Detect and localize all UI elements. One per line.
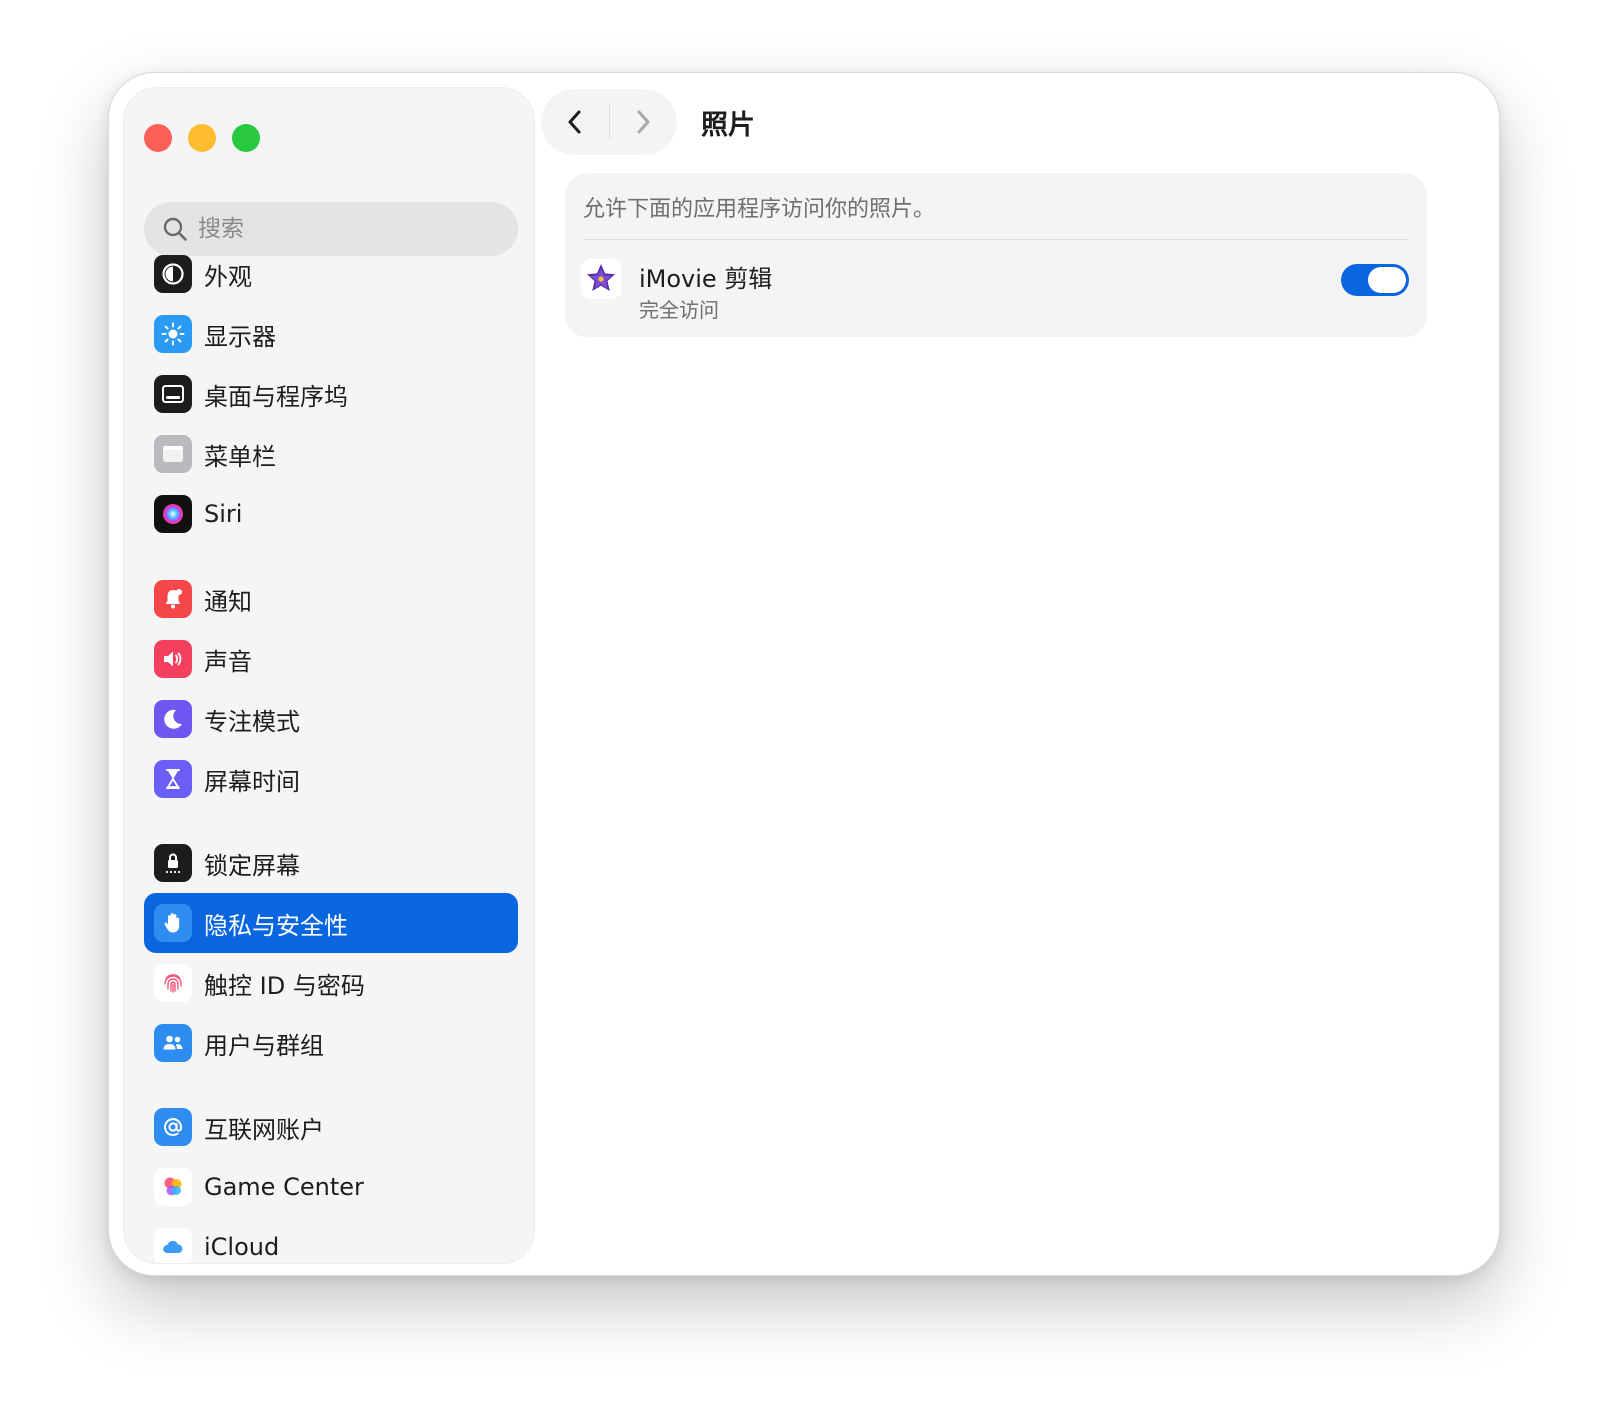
sidebar-item-label: 通知 <box>204 587 252 616</box>
sidebar-item-label: 菜单栏 <box>204 442 276 471</box>
search-input[interactable] <box>198 216 498 242</box>
chevron-left-icon <box>568 110 581 134</box>
sidebar-item-label: 声音 <box>204 647 252 676</box>
sound-icon <box>154 640 192 678</box>
sidebar-item-icloud[interactable]: iCloud <box>144 1217 518 1263</box>
app-name: iMovie 剪辑 <box>639 265 773 293</box>
sidebar-item-notifications[interactable]: 通知 <box>144 569 518 629</box>
chevron-right-icon <box>637 110 650 134</box>
sidebar-item-touch-id[interactable]: 触控 ID 与密码 <box>144 953 518 1013</box>
navigation-buttons <box>541 89 677 155</box>
app-access-level: 完全访问 <box>639 298 719 322</box>
sidebar-item-label: 用户与群组 <box>204 1031 324 1060</box>
sidebar-item-label: 锁定屏幕 <box>204 851 300 880</box>
sidebar-item-menu-bar[interactable]: 菜单栏 <box>144 424 518 484</box>
main-pane: 照片 允许下面的应用程序访问你的照片。 iMovie 剪辑 完全访问 <box>533 73 1499 1275</box>
lock-screen-icon <box>154 844 192 882</box>
forward-button[interactable] <box>610 89 678 155</box>
card-description: 允许下面的应用程序访问你的照片。 <box>583 197 936 222</box>
focus-icon <box>154 700 192 738</box>
sidebar-item-focus[interactable]: 专注模式 <box>144 689 518 749</box>
menu-bar-icon <box>154 435 192 473</box>
sidebar-item-label: iCloud <box>204 1233 280 1261</box>
touch-id-icon <box>154 964 192 1002</box>
imovie-access-toggle[interactable] <box>1341 264 1409 296</box>
sidebar-item-label: 外观 <box>204 262 252 291</box>
sidebar-item-appearance[interactable]: 外观 <box>144 244 518 304</box>
sidebar-item-displays[interactable]: 显示器 <box>144 304 518 364</box>
minimize-window-button[interactable] <box>188 124 216 152</box>
display-icon <box>154 315 192 353</box>
sidebar-item-label: 专注模式 <box>204 707 300 736</box>
sidebar-item-siri[interactable]: Siri <box>144 484 518 544</box>
sidebar-item-label: 互联网账户 <box>204 1115 324 1144</box>
toggle-knob <box>1368 267 1406 293</box>
sidebar-item-screen-time[interactable]: 屏幕时间 <box>144 749 518 809</box>
divider <box>583 239 1409 240</box>
sidebar-item-label: 桌面与程序坞 <box>204 382 348 411</box>
sidebar-item-game-center[interactable]: Game Center <box>144 1157 518 1217</box>
back-button[interactable] <box>541 89 609 155</box>
sidebar-item-sound[interactable]: 声音 <box>144 629 518 689</box>
page-title: 照片 <box>701 110 755 141</box>
settings-window: 外观 显示器 <box>108 72 1500 1276</box>
sidebar-item-users-groups[interactable]: 用户与群组 <box>144 1013 518 1073</box>
sidebar-item-label: 屏幕时间 <box>204 767 300 796</box>
search-icon <box>163 217 187 241</box>
screen-time-icon <box>154 760 192 798</box>
app-access-card: 允许下面的应用程序访问你的照片。 iMovie 剪辑 完全访问 <box>565 173 1427 337</box>
siri-icon <box>154 495 192 533</box>
internet-accounts-icon <box>154 1108 192 1146</box>
zoom-window-button[interactable] <box>232 124 260 152</box>
sidebar-item-desktop-dock[interactable]: 桌面与程序坞 <box>144 364 518 424</box>
game-center-icon <box>154 1168 192 1206</box>
sidebar-item-label: 触控 ID 与密码 <box>204 971 365 1000</box>
sidebar-item-lock-screen[interactable]: 锁定屏幕 <box>144 833 518 893</box>
sidebar-item-privacy-security[interactable]: 隐私与安全性 <box>144 893 518 953</box>
sidebar-item-label: Siri <box>204 500 243 528</box>
sidebar-item-label: 隐私与安全性 <box>204 911 348 940</box>
sidebar-item-label: Game Center <box>204 1173 364 1201</box>
sidebar: 外观 显示器 <box>123 87 535 1264</box>
desktop-dock-icon <box>154 375 192 413</box>
privacy-hand-icon <box>154 904 192 942</box>
notifications-icon <box>154 580 192 618</box>
imovie-star-icon <box>581 259 621 299</box>
sidebar-item-internet-accounts[interactable]: 互联网账户 <box>144 1097 518 1157</box>
close-window-button[interactable] <box>144 124 172 152</box>
appearance-icon <box>154 255 192 293</box>
sidebar-item-label: 显示器 <box>204 322 276 351</box>
icloud-icon <box>154 1228 192 1263</box>
users-groups-icon <box>154 1024 192 1062</box>
